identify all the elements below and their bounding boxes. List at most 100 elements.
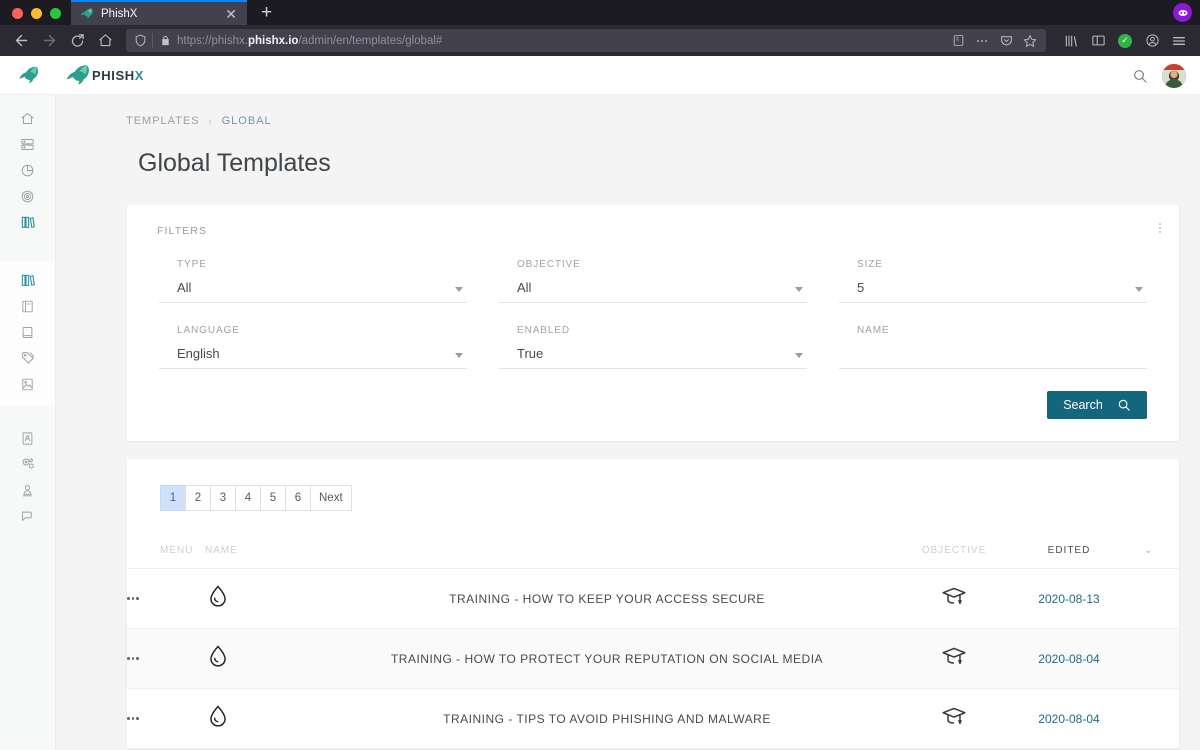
table-header-row: MENU NAME OBJECTIVE EDITED ⌄ xyxy=(127,533,1179,569)
home-icon[interactable] xyxy=(92,28,118,54)
reload-icon[interactable] xyxy=(64,28,90,54)
address-bar-actions xyxy=(947,30,1041,52)
sidebar-item-home[interactable] xyxy=(0,105,55,131)
extension-badge-icon[interactable] xyxy=(1173,3,1192,22)
filter-language[interactable]: LANGUAGE English xyxy=(159,303,485,369)
graduation-cap-icon xyxy=(941,643,967,674)
sidebar-item-support[interactable] xyxy=(0,503,55,529)
table-row[interactable]: TRAINING - HOW TO KEEP YOUR ACCESS SECUR… xyxy=(127,568,1179,629)
search-icon[interactable] xyxy=(1132,68,1148,84)
sidebar-templates-submenu xyxy=(0,261,55,405)
tracking-protection-icon[interactable] xyxy=(131,34,152,47)
reader-view-icon[interactable] xyxy=(947,30,969,52)
chevron-down-icon[interactable] xyxy=(455,287,463,292)
search-icon xyxy=(1117,398,1131,412)
padlock-icon[interactable] xyxy=(153,35,177,46)
column-header-objective[interactable]: OBJECTIVE xyxy=(889,533,1019,569)
column-header-menu[interactable]: MENU xyxy=(127,533,205,569)
bookmark-star-icon[interactable] xyxy=(1019,30,1041,52)
filter-enabled-value[interactable]: True xyxy=(499,336,807,369)
browser-chrome: PhishX ✕ + https://phishx.phishx.io/admi… xyxy=(0,0,1200,56)
chevron-down-icon[interactable] xyxy=(1135,287,1143,292)
sidebar-icon[interactable] xyxy=(1085,28,1111,54)
templates-table-head: MENU NAME OBJECTIVE EDITED ⌄ xyxy=(127,533,1179,569)
page-button-5[interactable]: 5 xyxy=(260,485,286,511)
back-arrow-icon[interactable] xyxy=(8,28,34,54)
column-header-edited[interactable]: EDITED xyxy=(1019,533,1119,569)
url-text: https://phishx.phishx.io/admin/en/templa… xyxy=(177,35,947,47)
breadcrumb-parent[interactable]: TEMPLATES xyxy=(126,115,200,127)
column-header-name[interactable]: NAME xyxy=(205,533,325,569)
graduation-cap-icon xyxy=(941,583,967,614)
filter-language-label: LANGUAGE xyxy=(177,325,240,336)
page-actions-icon[interactable] xyxy=(971,30,993,52)
sidebar-item-settings[interactable] xyxy=(0,451,55,477)
page-button-3[interactable]: 3 xyxy=(210,485,236,511)
chevron-down-icon[interactable] xyxy=(795,353,803,358)
forward-arrow-icon[interactable] xyxy=(36,28,62,54)
sidebar-item-templates-tags[interactable] xyxy=(0,345,55,371)
url-domain: phishx.io xyxy=(247,34,299,47)
close-window-button[interactable] xyxy=(12,8,23,19)
browser-tab[interactable]: PhishX ✕ xyxy=(71,0,247,25)
filter-enabled[interactable]: ENABLED True xyxy=(485,303,825,369)
sidebar-item-templates-global[interactable] xyxy=(0,267,55,293)
row-edited[interactable]: 2020-08-04 xyxy=(1019,628,1119,689)
new-tab-button[interactable]: + xyxy=(247,3,284,25)
app-body: TEMPLATES › GLOBAL Global Templates FILT… xyxy=(0,95,1200,750)
filter-objective[interactable]: OBJECTIVE All xyxy=(485,237,825,303)
shark-logo-icon[interactable] xyxy=(0,64,56,86)
chevron-right-icon: › xyxy=(208,116,213,126)
page-button-4[interactable]: 4 xyxy=(235,485,261,511)
filters-card: FILTERS TYPE All OBJECTIVE All SIZE 5 LA… xyxy=(127,205,1179,441)
hamburger-menu-icon[interactable] xyxy=(1166,28,1192,54)
sidebar-item-contacts[interactable] xyxy=(0,425,55,451)
sidebar-item-templates[interactable] xyxy=(0,209,55,235)
account-icon[interactable] xyxy=(1139,28,1165,54)
row-edited[interactable]: 2020-08-04 xyxy=(1019,688,1119,749)
page-button-next[interactable]: Next xyxy=(310,485,352,511)
table-row[interactable]: TRAINING - TIPS TO AVOID PHISHING AND MA… xyxy=(127,688,1179,749)
sidebar-item-campaigns[interactable] xyxy=(0,131,55,157)
save-to-pocket-icon[interactable] xyxy=(995,30,1017,52)
search-button[interactable]: Search xyxy=(1047,391,1147,419)
maximize-window-button[interactable] xyxy=(50,8,61,19)
filter-name-input[interactable] xyxy=(839,336,1147,369)
address-bar[interactable]: https://phishx.phishx.io/admin/en/templa… xyxy=(126,29,1046,52)
sidebar-item-templates-landing[interactable] xyxy=(0,319,55,345)
logo-word-accent: X xyxy=(134,67,145,83)
filters-section-label: FILTERS xyxy=(157,225,208,237)
row-edited[interactable]: 2020-08-13 xyxy=(1019,568,1119,629)
filter-language-value[interactable]: English xyxy=(159,336,467,369)
filter-name[interactable]: NAME xyxy=(825,303,1147,369)
close-icon[interactable]: ✕ xyxy=(223,7,239,21)
chevron-down-icon[interactable] xyxy=(795,287,803,292)
kebab-horizontal-icon[interactable] xyxy=(127,717,205,720)
filter-size-value[interactable]: 5 xyxy=(839,270,1147,303)
sidebar-item-templates-media[interactable] xyxy=(0,371,55,397)
chevron-down-icon[interactable] xyxy=(455,353,463,358)
minimize-window-button[interactable] xyxy=(31,8,42,19)
filter-type[interactable]: TYPE All xyxy=(159,237,485,303)
table-row[interactable]: TRAINING - HOW TO PROTECT YOUR REPUTATIO… xyxy=(127,628,1179,689)
filter-size[interactable]: SIZE 5 xyxy=(825,237,1147,303)
sidebar-item-templates-pages[interactable] xyxy=(0,293,55,319)
kebab-horizontal-icon[interactable] xyxy=(127,657,205,660)
phishx-logo[interactable]: PHISHX xyxy=(64,62,144,88)
filter-type-value[interactable]: All xyxy=(159,270,467,303)
page-button-6[interactable]: 6 xyxy=(285,485,311,511)
filter-objective-value[interactable]: All xyxy=(499,270,807,303)
breadcrumb-current[interactable]: GLOBAL xyxy=(222,115,272,127)
filter-row-2: LANGUAGE English ENABLED True NAME xyxy=(127,303,1179,369)
kebab-vertical-icon[interactable] xyxy=(1159,223,1161,233)
page-button-1[interactable]: 1 xyxy=(160,485,186,511)
avatar[interactable] xyxy=(1162,63,1186,88)
sync-ok-icon[interactable]: ✓ xyxy=(1112,28,1138,54)
sidebar-item-objectives[interactable] xyxy=(0,183,55,209)
chevron-down-icon[interactable]: ⌄ xyxy=(1119,533,1179,569)
sidebar-item-reports[interactable] xyxy=(0,157,55,183)
library-icon[interactable] xyxy=(1058,28,1084,54)
kebab-horizontal-icon[interactable] xyxy=(127,597,205,600)
sidebar-item-users[interactable] xyxy=(0,477,55,503)
page-button-2[interactable]: 2 xyxy=(185,485,211,511)
